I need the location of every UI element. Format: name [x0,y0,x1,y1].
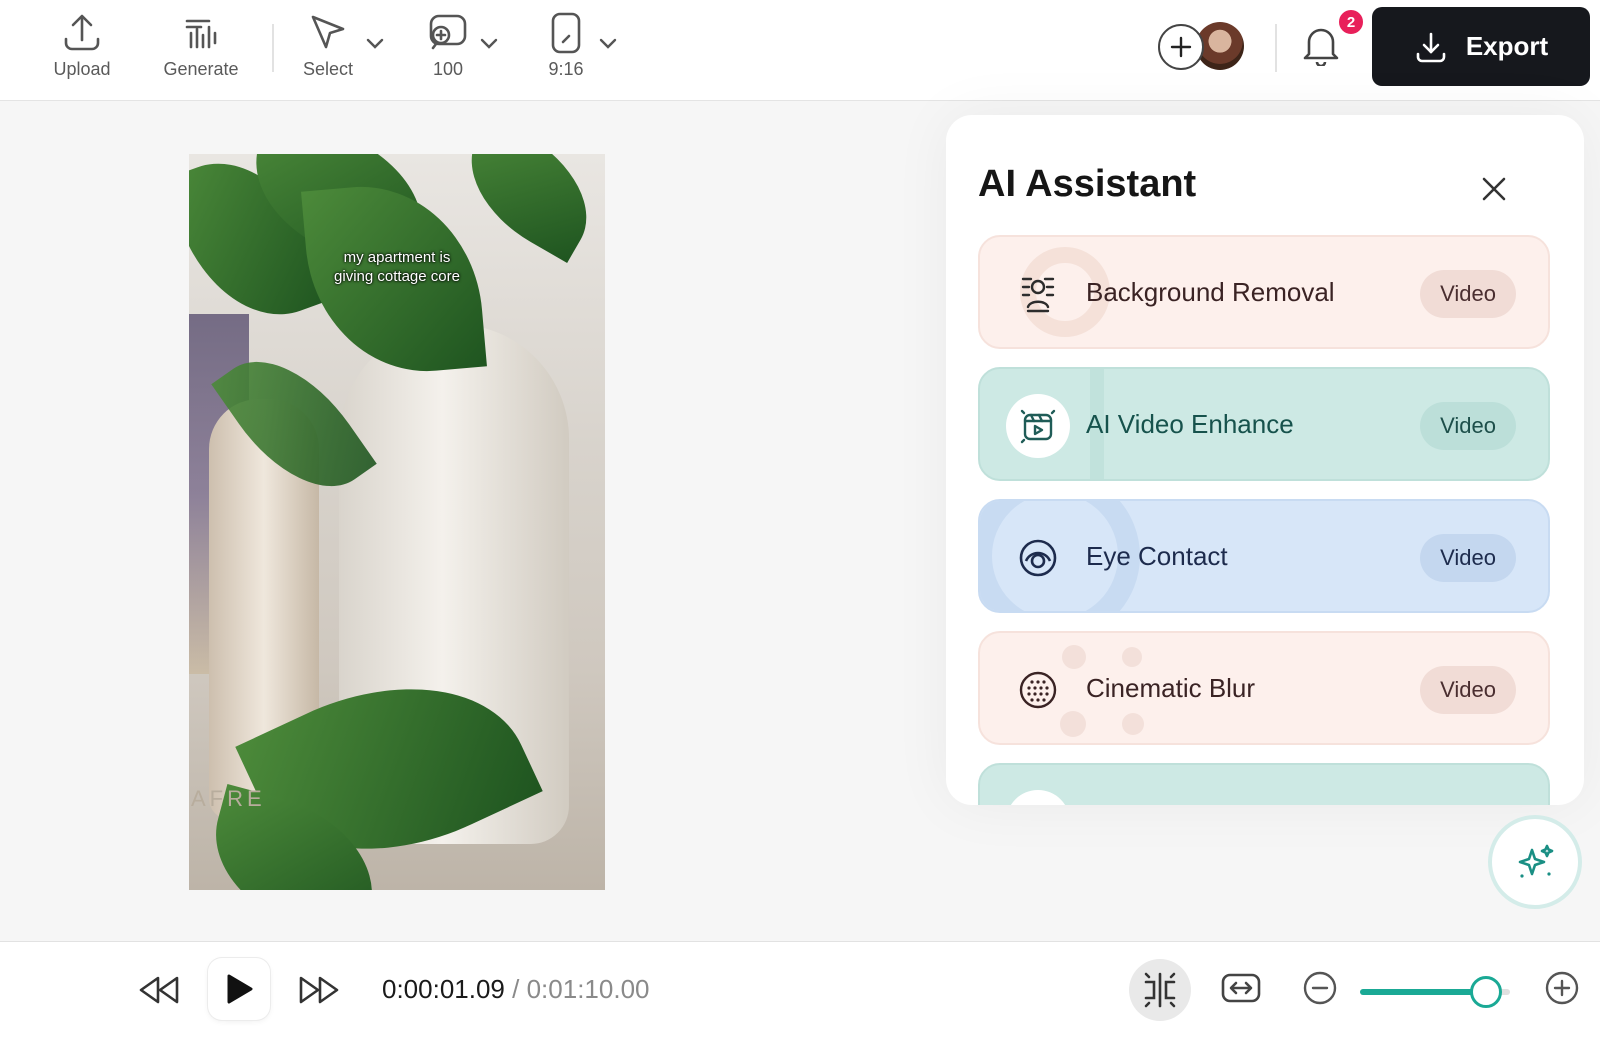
ai-tool-card-cinematic-blur[interactable]: Cinematic Blur Video [978,631,1550,745]
card-decoration [1060,711,1086,737]
card-decoration [1122,713,1144,735]
export-label: Export [1465,31,1549,61]
card-label: Eye Contact [1086,540,1228,571]
sparkle-icon [1518,844,1554,878]
slider-handle[interactable] [1470,976,1502,1008]
eye-contact-icon [1006,526,1070,590]
split-icon [1144,972,1176,1008]
pointer-icon [308,10,348,56]
zoom-icon [427,10,469,56]
aspect-ratio-value: 9:16 [548,59,584,79]
timeline-zoom-slider[interactable] [1360,976,1510,1008]
rewind-button[interactable] [136,968,182,1012]
card-tag: Video [1420,666,1516,714]
caption-line: my apartment is [343,249,451,266]
toolbar-divider [1275,24,1277,72]
ai-tool-card-video-enhance[interactable]: AI Video Enhance Video [978,367,1550,481]
fast-forward-button[interactable] [296,968,342,1012]
notifications-bell-icon[interactable] [1302,24,1340,71]
select-dropdown-chevron-icon[interactable] [365,36,385,55]
zoom-out-icon [1303,971,1337,1005]
total-duration: 0:01:10.00 [526,974,650,1004]
zoom-in-button[interactable] [1544,970,1580,1006]
ai-tool-card-eye-contact[interactable]: Eye Contact Video [978,499,1550,613]
zoom-value: 100 [432,59,464,79]
upload-label: Upload [53,59,111,79]
fit-width-icon [1221,973,1261,1003]
zoom-dropdown-chevron-icon[interactable] [479,36,499,55]
playback-bar: 0:00:01.09 / 0:01:10.00 [0,941,1600,1038]
aspect-dropdown-chevron-icon[interactable] [598,36,618,55]
card-decoration [1122,647,1142,667]
upload-button[interactable]: Upload [48,10,116,80]
select-label: Select [302,59,354,79]
close-icon [1482,177,1506,201]
play-icon [227,974,253,1004]
card-label: Cinematic Blur [1086,672,1256,703]
close-panel-button[interactable] [1476,171,1512,207]
current-time: 0:00:01.09 [382,974,505,1004]
card-label: Background Removal [1086,276,1335,307]
generate-icon [181,10,221,56]
panel-title: AI Assistant [978,163,1197,205]
notification-count-badge: 2 [1337,8,1365,36]
ai-assistant-panel: AI Assistant Background Removal Video AI… [946,115,1584,805]
fit-to-screen-button[interactable] [1219,966,1263,1010]
video-leaf [445,154,605,263]
download-icon [1416,32,1446,62]
invite-collaborator-button[interactable] [1158,24,1204,70]
phone-aspect-icon [550,10,582,56]
zoom-in-icon [1545,971,1579,1005]
fast-forward-icon [299,976,339,1004]
card-tag: Video [1420,270,1516,318]
upload-icon [61,10,103,56]
background-removal-icon [1006,262,1070,326]
play-button[interactable] [208,958,270,1020]
playback-time: 0:00:01.09 / 0:01:10.00 [382,974,649,1005]
ai-assistant-toggle-button[interactable] [1488,815,1582,909]
generate-button[interactable]: Generate [158,10,244,80]
ai-tool-card-partial[interactable] [978,763,1550,805]
aspect-ratio-button[interactable]: 9:16 [545,10,587,80]
slider-fill [1360,989,1486,995]
export-button[interactable]: Export [1372,7,1590,86]
toolbar-divider [272,24,274,72]
select-tool-button[interactable]: Select [299,10,357,80]
statue-base-lettering: AFRE [191,786,266,811]
cinematic-blur-icon [1006,658,1070,722]
ai-tool-card-background-removal[interactable]: Background Removal Video [978,235,1550,349]
plus-icon [1170,36,1192,58]
rewind-icon [139,976,179,1004]
card-label: AI Video Enhance [1086,408,1294,439]
video-enhance-icon [1006,394,1070,458]
video-preview[interactable]: my apartment is giving cottage core AFRE [189,154,605,890]
card-decoration [1062,645,1086,669]
card-tag: Video [1420,402,1516,450]
caption-line: giving cottage core [334,268,460,285]
zoom-out-button[interactable] [1302,970,1338,1006]
tool-icon [1006,790,1070,805]
time-separator: / [512,974,520,1004]
card-tag: Video [1420,534,1516,582]
split-snap-button[interactable] [1129,959,1191,1021]
zoom-level-button[interactable]: 100 [424,10,472,80]
video-caption: my apartment is giving cottage core [189,248,605,286]
generate-label: Generate [163,59,239,79]
top-toolbar: Upload Generate Select 100 9:16 2 Export [0,0,1600,101]
